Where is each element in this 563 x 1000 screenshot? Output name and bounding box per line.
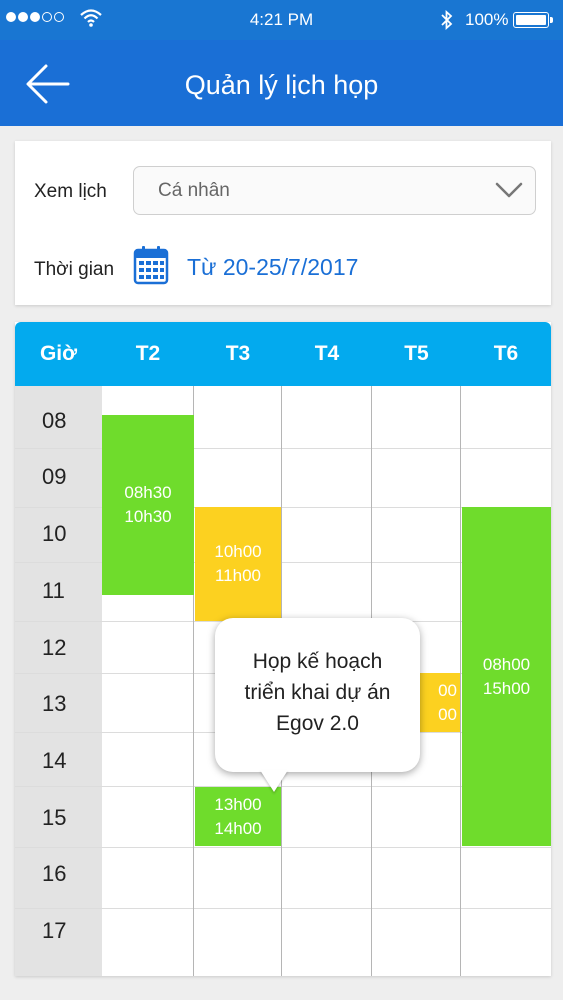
tooltip-tail <box>260 770 288 792</box>
event-start: 08h30 <box>124 483 172 502</box>
schedule-grid: Giờ T2 T3 T4 T5 T6 08 09 10 11 12 13 14 … <box>15 322 551 976</box>
event-start: 13h00 <box>214 794 262 814</box>
grid-line <box>15 448 551 449</box>
event-block-t3-morning[interactable]: 10h00 11h00 <box>195 507 281 621</box>
grid-line <box>460 386 461 976</box>
app-bar: Quản lý lịch họp <box>0 40 563 126</box>
page-title: Quản lý lịch họp <box>184 70 379 100</box>
view-label: Xem lịch <box>34 181 107 202</box>
schedule-header: Giờ T2 T3 T4 T5 T6 <box>15 322 551 386</box>
time-label: Thời gian <box>34 259 115 280</box>
hour-label: 17 <box>42 918 67 943</box>
status-bar: 4:21 PM 100% <box>0 0 563 40</box>
hour-label: 13 <box>42 691 67 716</box>
hour-label: 14 <box>42 748 67 773</box>
hour-label: 09 <box>42 464 67 489</box>
hour-label: 11 <box>42 578 65 603</box>
event-start: 00 <box>438 680 457 700</box>
hour-header: Giờ <box>39 342 78 365</box>
event-end: 14h00 <box>214 818 262 838</box>
event-block-t6[interactable]: 08h00 15h00 <box>462 507 551 846</box>
event-block-t3-afternoon[interactable]: 13h00 14h00 <box>195 787 281 846</box>
event-end: 10h30 <box>124 507 172 526</box>
event-end: 15h00 <box>482 678 531 698</box>
hour-label: 08 <box>42 408 67 433</box>
event-block-t2[interactable]: 08h30 10h30 <box>102 415 194 595</box>
day-header-t5[interactable]: T5 <box>372 322 461 386</box>
tooltip-line: Egov 2.0 <box>276 712 359 735</box>
event-start: 08h00 <box>482 654 531 674</box>
grid-line <box>15 847 551 848</box>
calendar-icon[interactable] <box>133 245 169 285</box>
tooltip-line: Họp kế hoạch <box>252 650 383 673</box>
bluetooth-icon <box>441 10 453 30</box>
chevron-down-icon <box>495 182 523 198</box>
hour-label: 12 <box>42 635 67 660</box>
view-select[interactable]: Cá nhân <box>133 166 536 215</box>
grid-line <box>15 908 551 909</box>
hour-label: 15 <box>42 805 67 830</box>
day-header-t3[interactable]: T3 <box>194 322 282 386</box>
day-header-t2[interactable]: T2 <box>102 322 194 386</box>
view-select-value: Cá nhân <box>158 180 230 201</box>
battery-icon <box>513 12 553 28</box>
filter-card: Xem lịch Cá nhân Thời gian Từ 20-25/7/20… <box>15 141 551 305</box>
hour-label: 16 <box>42 861 67 886</box>
event-tooltip: Họp kế hoạch triển khai dự án Egov 2.0 <box>215 618 420 792</box>
event-start: 10h00 <box>214 542 262 561</box>
tooltip-line: triển khai dự án <box>244 681 391 704</box>
day-header-t6[interactable]: T6 <box>461 322 551 386</box>
date-range[interactable]: Từ 20-25/7/2017 <box>187 254 358 281</box>
event-end: 11h00 <box>214 566 261 585</box>
hour-label: 10 <box>42 521 67 546</box>
battery-percent: 100% <box>465 10 509 29</box>
day-header-t4[interactable]: T4 <box>282 322 372 386</box>
event-end: 00 <box>438 704 457 724</box>
